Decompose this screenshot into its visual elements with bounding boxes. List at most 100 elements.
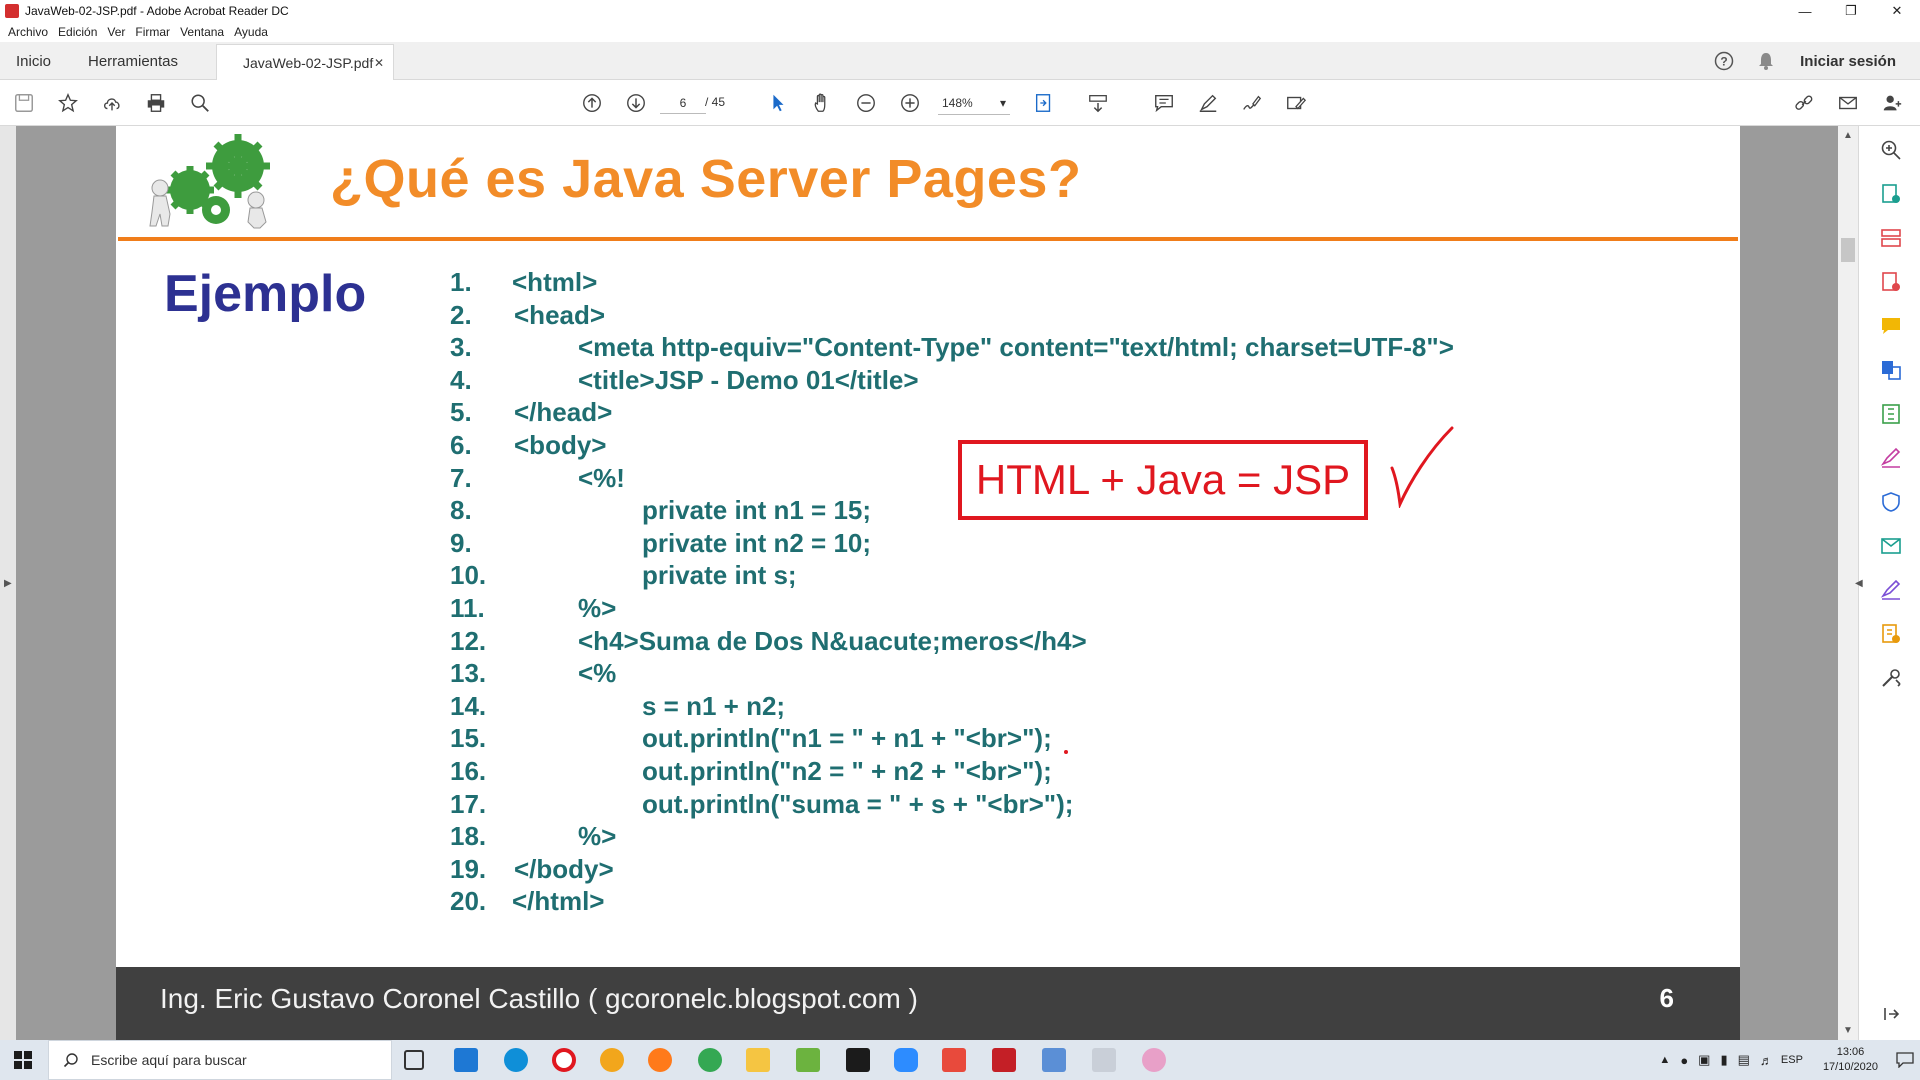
tab-close-icon[interactable]: ✕ [374,56,384,70]
chrome-browser-icon[interactable] [698,1048,722,1072]
restore-icon[interactable]: ❐ [1828,0,1874,22]
code-text: <%! [578,462,625,493]
line-number: 18. [450,821,487,852]
menu-archivo[interactable]: Archivo [8,25,48,39]
panel-expand-icon[interactable] [1879,1002,1903,1026]
line-number: 19. [450,853,487,884]
chevron-up-icon[interactable]: ▲ [1659,1054,1670,1066]
share-link-icon[interactable] [1792,91,1816,115]
terminal-app-icon[interactable] [846,1048,870,1072]
page-number-input[interactable] [660,92,706,114]
fill-sign-icon[interactable] [1879,446,1903,470]
protect-shield-icon[interactable] [1879,490,1903,514]
sign-icon[interactable] [1240,91,1264,115]
bookmark-star-icon[interactable] [56,91,80,115]
language-indicator[interactable]: ESP [1781,1054,1803,1066]
line-number: 15. [450,723,487,754]
network-icon[interactable]: ▤ [1738,1052,1750,1068]
task-view-icon[interactable] [404,1050,424,1070]
combine-files-icon[interactable] [1879,358,1903,382]
menu-ayuda[interactable]: Ayuda [234,25,268,39]
save-icon[interactable] [12,91,36,115]
print-icon[interactable] [144,91,168,115]
virtualbox-app-icon[interactable] [1042,1048,1066,1072]
minimize-icon[interactable]: — [1782,0,1828,22]
previous-page-icon[interactable] [580,91,604,115]
gears-logo [149,134,270,229]
export-pdf-icon[interactable] [1879,182,1903,206]
action-center-icon[interactable] [1890,1052,1920,1068]
file-explorer-icon[interactable] [746,1048,770,1072]
opera-browser-icon[interactable] [552,1048,576,1072]
scroll-up-icon[interactable]: ▲ [1843,130,1853,141]
edit-text-icon[interactable] [1284,91,1308,115]
right-tools-panel: ◀ [1855,126,1920,1040]
code-text: private int n2 = 10; [642,527,872,558]
menu-ventana[interactable]: Ventana [180,25,224,39]
zoom-app-icon[interactable] [894,1048,918,1072]
start-button[interactable] [0,1040,46,1080]
email-icon[interactable] [1836,91,1860,115]
slide-footer: Ing. Eric Gustavo Coronel Castillo ( gco… [116,967,1740,1040]
cloud-upload-icon[interactable] [100,91,124,115]
snipping-tool-icon[interactable] [1142,1048,1166,1072]
chevron-down-icon: ▾ [999,95,1006,110]
zoom-dropdown[interactable]: 148% ▾ [938,91,1010,115]
volume-icon[interactable]: ♬ [1760,1053,1773,1068]
notification-bell-icon[interactable] [1756,51,1776,71]
code-text: out.println("suma = " + s + "<br>"); [642,788,1074,819]
display-icon[interactable]: ▣ [1698,1052,1710,1068]
send-review-icon[interactable] [1879,534,1903,558]
battery-icon[interactable]: ▮ [1720,1052,1727,1068]
footer-page-number: 6 [1659,983,1674,1013]
clock[interactable]: 13:06 17/10/2020 [1823,1045,1878,1075]
anydesk-app-icon[interactable] [942,1048,966,1072]
request-signature-icon[interactable] [1879,578,1903,602]
comment-tool-icon[interactable] [1879,314,1903,338]
hand-tool-icon[interactable] [810,91,834,115]
select-cursor-icon[interactable] [766,91,790,115]
scrollbar-thumb[interactable] [1841,238,1855,262]
create-pdf-icon[interactable] [1879,270,1903,294]
search-zoom-icon[interactable] [188,91,212,115]
paint-app-icon[interactable] [1092,1048,1116,1072]
code-text: out.println("n2 = " + n2 + "<br>"); [642,755,1052,786]
zoom-search-icon[interactable] [1879,138,1903,162]
more-tools-icon[interactable] [1879,666,1903,690]
expand-left-panel-icon[interactable]: ▶ [4,578,12,589]
close-window-icon[interactable]: ✕ [1874,0,1920,22]
sign-in-button[interactable]: Iniciar sesión [1800,53,1896,70]
code-text: </body> [514,853,614,884]
collapse-panel-icon[interactable]: ◀ [1855,578,1863,589]
scroll-mode-icon[interactable] [1086,91,1110,115]
edge-browser-icon[interactable] [504,1048,528,1072]
next-page-icon[interactable] [624,91,648,115]
menu-edicion[interactable]: Edición [58,25,97,39]
taskbar-search[interactable]: Escribe aquí para buscar [48,1040,392,1080]
comment-icon[interactable] [1152,91,1176,115]
firefox-browser-icon[interactable] [648,1048,672,1072]
page-fit-icon[interactable] [1032,91,1056,115]
left-panel-handle[interactable]: ▶ [0,126,16,1040]
compress-pdf-icon[interactable] [1879,402,1903,426]
line-number: 1. [450,267,472,297]
menu-ver[interactable]: Ver [107,25,125,39]
microphone-icon[interactable]: ● [1680,1053,1688,1068]
zoom-in-icon[interactable] [898,91,922,115]
tab-inicio[interactable]: Inicio [16,42,51,80]
organize-pages-icon[interactable] [1879,226,1903,250]
edit-pdf-icon[interactable] [1879,622,1903,646]
mail-app-icon[interactable] [454,1048,478,1072]
acrobat-taskbar-icon[interactable] [992,1048,1016,1072]
menu-firmar[interactable]: Firmar [135,25,170,39]
tab-herramientas[interactable]: Herramientas [88,42,178,80]
help-icon[interactable]: ? [1714,51,1734,71]
tab-document[interactable]: JavaWeb-02-JSP.pdf ✕ [216,44,394,80]
account-area: ? Iniciar sesión [1714,42,1920,80]
notepad-app-icon[interactable] [796,1048,820,1072]
highlight-pen-icon[interactable] [1196,91,1220,115]
scroll-down-icon[interactable]: ▼ [1843,1025,1853,1036]
zoom-out-icon[interactable] [854,91,878,115]
add-user-icon[interactable] [1880,91,1904,115]
chrome-canary-icon[interactable] [600,1048,624,1072]
